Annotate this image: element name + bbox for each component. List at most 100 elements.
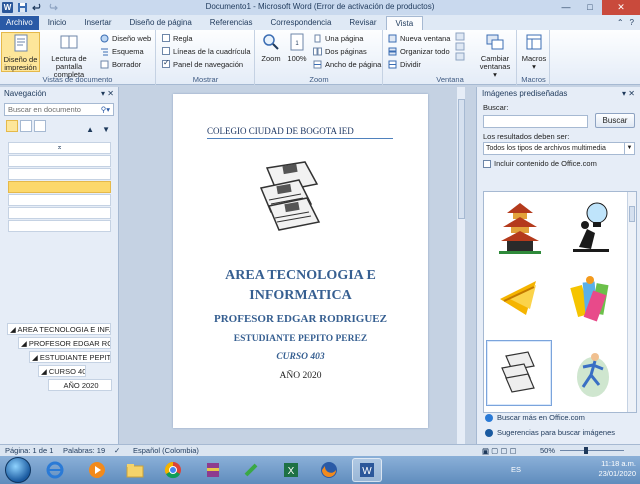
clipart-colored-papers[interactable] [559,266,625,332]
navigation-pane-checkbox[interactable]: Panel de navegación [162,58,243,69]
zoom-level[interactable]: 50% [540,446,555,455]
outline-item-profesor[interactable]: ◢ PROFESOR EDGAR RO... [18,337,111,349]
heading-block[interactable] [8,194,111,206]
search-icon[interactable]: ⚲▾ [101,104,110,115]
text-anio[interactable]: AÑO 2020 [173,371,428,381]
view-side-by-side-button[interactable] [454,32,466,64]
outline-item-estudiante[interactable]: ◢ ESTUDIANTE PEPITO... [29,351,111,363]
school-name[interactable]: COLEGIO CIUDAD DE BOGOTA IED [207,126,393,139]
floppy-disks-clipart[interactable] [247,158,329,236]
tab-referencias[interactable]: Referencias [201,16,262,30]
heading-block[interactable] [8,168,111,180]
heading-profesor[interactable]: PROFESOR EDGAR RODRIGUEZ [173,313,428,325]
navigation-search-input[interactable]: Buscar en documento ⚲▾ [4,103,114,116]
minimize-button[interactable]: — [554,0,578,15]
document-scrollbar[interactable] [456,87,465,444]
tab-correspondencia[interactable]: Correspondencia [261,16,340,30]
heading-block[interactable] [8,155,111,167]
zoom-button[interactable]: Zoom [259,32,283,63]
proofing-icon[interactable]: ✓ [114,446,120,455]
taskbar-chrome[interactable] [158,458,188,482]
clip-art-search-button[interactable]: Buscar [595,113,635,128]
system-clock[interactable]: 11:18 a.m. 23/01/2020 [598,459,636,479]
clipart-pagoda[interactable] [487,194,553,260]
taskbar-excel[interactable]: X [276,458,306,482]
clipart-lightbulb-climber[interactable] [559,194,625,260]
page-width-button[interactable]: Ancho de página [313,59,381,69]
tab-results-view[interactable] [34,120,46,132]
document-page[interactable]: COLEGIO CIUDAD DE BOGOTA IED AREA TECNOL… [173,94,428,428]
collapse-handle-icon[interactable]: ⌅ [8,142,111,154]
split-button[interactable]: Dividir [388,59,421,69]
heading-block-selected[interactable] [8,181,111,193]
tab-headings-view[interactable] [6,120,18,132]
taskbar-media[interactable] [82,458,112,482]
pane-menu-icon[interactable]: ▾ [101,89,105,98]
start-button[interactable] [5,457,31,483]
outline-view-button[interactable]: Esquema [100,46,144,56]
clipart-yellow-arrows[interactable] [487,266,553,332]
ruler-check-box[interactable] [162,34,170,42]
search-tips-link[interactable]: Sugerencias para buscar imágenes [485,428,615,437]
outline-item-area[interactable]: ◢ AREA TECNOLOGIA E INF... [7,323,111,335]
taskbar-firefox[interactable] [314,458,344,482]
web-layout-button[interactable]: Diseño web [100,33,151,43]
heading-area[interactable]: AREA TECNOLOGIA E [173,268,428,284]
tab-archivo[interactable]: Archivo [0,16,39,30]
full-screen-reading-button[interactable]: Lectura de pantalla completa [43,32,95,79]
maximize-button[interactable]: □ [578,0,602,15]
help-icon[interactable]: ? [630,16,634,30]
clipart-floppy-disks-selected[interactable] [486,340,552,406]
results-type-select[interactable]: Todos los tipos de archivos multimedia ▼ [483,142,635,155]
navigation-pane-check-box[interactable] [162,58,170,68]
status-language[interactable]: Español (Colombia) [133,446,199,455]
close-button[interactable]: ✕ [602,0,640,15]
print-layout-button[interactable]: Diseño de impresión [1,32,40,72]
include-office-check-box[interactable] [483,159,491,168]
zoom-slider[interactable] [560,447,624,454]
heading-block[interactable] [8,220,111,232]
ruler-checkbox[interactable]: Regla [162,33,193,43]
tab-inicio[interactable]: Inicio [39,16,76,30]
gridlines-checkbox[interactable]: Líneas de la cuadrícula [162,46,251,56]
taskbar-winrar[interactable] [198,458,228,482]
one-page-button[interactable]: Una página [313,33,363,43]
close-pane-icon[interactable]: ✕ [628,89,635,98]
more-office-link[interactable]: Buscar más en Office.com [485,413,585,422]
clip-art-scroll-thumb[interactable] [629,206,635,222]
clip-art-search-input[interactable] [483,115,588,128]
taskbar-app[interactable] [236,458,266,482]
minimize-ribbon-icon[interactable]: ⌃ [617,16,624,30]
tab-diseno-pagina[interactable]: Diseño de página [121,16,201,30]
language-indicator[interactable]: ES [511,465,521,474]
clipart-runner[interactable] [559,340,625,406]
include-office-checkbox[interactable]: Incluir contenido de Office.com [483,159,597,168]
draft-view-button[interactable]: Borrador [100,59,141,69]
clip-art-scrollbar[interactable] [627,192,636,412]
taskbar-word[interactable]: W [352,458,382,482]
tab-pages-view[interactable] [20,120,32,132]
dropdown-arrow-icon[interactable]: ▼ [624,143,634,154]
outline-item-curso[interactable]: ◢ CURSO 403 [38,365,86,377]
heading-block[interactable] [8,207,111,219]
heading-curso[interactable]: CURSO 403 [173,352,428,362]
tab-vista[interactable]: Vista [385,16,424,30]
two-pages-button[interactable]: Dos páginas [313,46,367,56]
arrange-all-button[interactable]: Organizar todo [388,46,450,56]
macros-button[interactable]: Macros ▾ [520,32,548,71]
heading-area-line2[interactable]: INFORMATICA [173,288,428,304]
previous-heading-icon[interactable]: ▲ [86,125,94,134]
zoom-100-button[interactable]: 1 100% [285,32,309,63]
taskbar-ie[interactable] [40,458,70,482]
print-layout-view-icon[interactable]: ▣ [482,447,489,456]
document-scroll-thumb[interactable] [458,99,465,219]
zoom-slider-knob[interactable] [584,447,588,454]
tab-revisar[interactable]: Revisar [340,16,385,30]
new-window-button[interactable]: Nueva ventana [388,33,450,43]
close-pane-icon[interactable]: ✕ [107,89,114,98]
gridlines-check-box[interactable] [162,47,170,55]
tab-insertar[interactable]: Insertar [75,16,120,30]
next-heading-icon[interactable]: ▼ [102,125,110,134]
status-page[interactable]: Página: 1 de 1 [5,446,53,455]
status-words[interactable]: Palabras: 19 [63,446,105,455]
